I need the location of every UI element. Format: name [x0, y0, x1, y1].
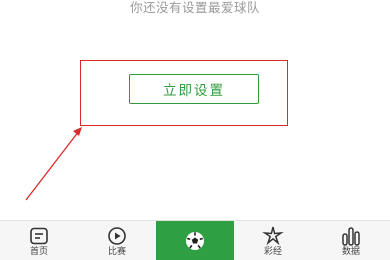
tab-data[interactable]: 数据	[312, 221, 390, 260]
play-icon	[106, 226, 128, 246]
tab-caijing-label: 彩经	[263, 247, 282, 257]
tab-home[interactable]: 首页	[0, 221, 78, 260]
tab-home-label: 首页	[29, 247, 48, 257]
setup-favorite-team-button[interactable]: 立即设置	[129, 74, 259, 104]
screen: 你还没有设置最爱球队 立即设置 首页 比赛 彩经 数据	[0, 0, 390, 260]
bar-chart-icon	[340, 226, 362, 246]
tab-data-label: 数据	[341, 247, 360, 257]
bottom-tab-bar: 首页 比赛 彩经 数据	[0, 220, 390, 260]
sparkle-icon	[262, 226, 284, 246]
soccer-ball-icon	[184, 231, 206, 251]
tab-favorite-team[interactable]	[156, 221, 234, 260]
empty-state-prompt: 你还没有设置最爱球队	[129, 0, 260, 15]
tab-matches-label: 比赛	[107, 247, 126, 257]
tab-matches[interactable]: 比赛	[78, 221, 156, 260]
tab-caijing[interactable]: 彩经	[234, 221, 312, 260]
home-icon	[28, 226, 50, 246]
